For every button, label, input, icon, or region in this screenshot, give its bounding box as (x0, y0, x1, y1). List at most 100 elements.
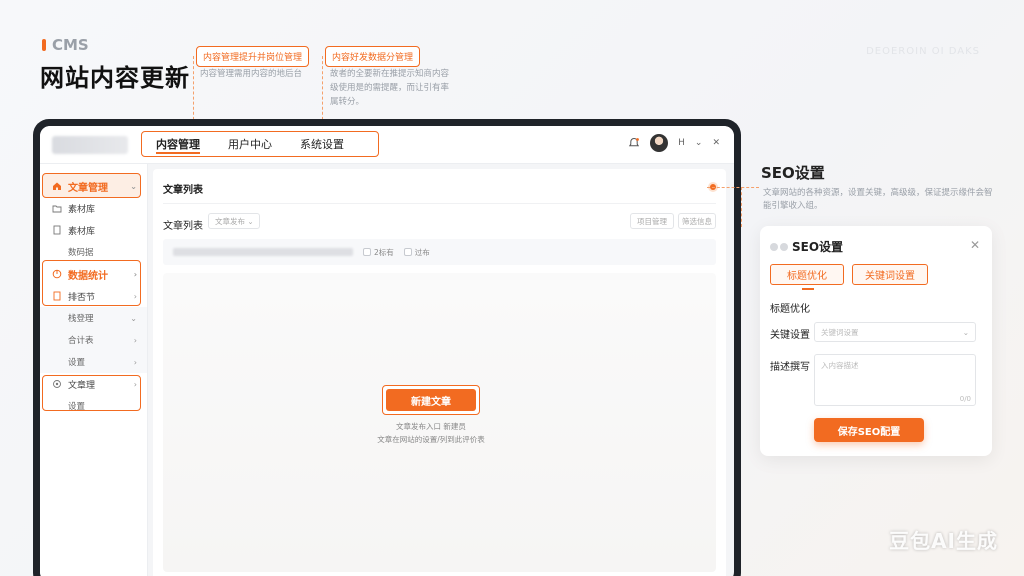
top-bar: 内容管理 用户中心 系统设置 H ⌄ ✕ (40, 126, 734, 164)
char-count: 0/0 (959, 395, 971, 403)
sidebar-subitem[interactable]: 设置 (40, 395, 147, 417)
main-content: 文章列表 文章列表 文章发布 ⌄ 项目管理 筛选信息 2标有 过布 新建文章 文… (153, 169, 726, 576)
sidebar-item-label: 数据统计 (68, 270, 108, 282)
sidebar-item-articles[interactable]: 文章管理 ⌄ (40, 175, 147, 197)
description-label: 描述撰写 (770, 362, 810, 373)
empty-hint: 文章在网站的设置/列到此评价表 (377, 435, 485, 444)
close-icon[interactable]: ✕ (970, 238, 980, 252)
new-article-highlight: 新建文章 (382, 385, 480, 415)
chevron-right-icon: › (133, 357, 137, 367)
filter-select[interactable]: 文章发布 ⌄ (208, 213, 260, 229)
sidebar-subitem[interactable]: 栈登理 ⌄ (40, 307, 147, 329)
chart-icon (52, 269, 62, 279)
tab-user-center[interactable]: 用户中心 (214, 132, 286, 156)
bell-icon[interactable] (628, 137, 640, 149)
document-icon (52, 225, 62, 235)
sidebar-item-label: 文章理 (68, 380, 96, 391)
new-article-button[interactable]: 新建文章 (386, 389, 476, 411)
active-tab-indicator (802, 288, 814, 290)
close-icon[interactable]: ✕ (712, 138, 720, 148)
checkbox-label: 过布 (414, 247, 430, 257)
top-right-tools: H ⌄ ✕ (628, 134, 720, 152)
chevron-right-icon: › (133, 269, 137, 279)
dialog-title: SEO设置 (770, 238, 843, 255)
sidebar-item-label: 文章管理 (68, 182, 108, 194)
checkbox-label: 2标有 (374, 247, 394, 257)
dialog-title-text: SEO设置 (792, 240, 844, 254)
app-logo (52, 136, 128, 154)
avatar[interactable] (650, 134, 669, 152)
checkbox-icon (403, 248, 412, 256)
settings-icon (52, 379, 62, 389)
sidebar-item-assets-2[interactable]: 素材库 (40, 219, 147, 241)
seo-heading: SEO设置 (761, 164, 825, 182)
chevron-right-icon: › (133, 335, 137, 345)
sidebar-item-label: 素材库 (68, 204, 96, 215)
keyword-select[interactable]: 关键词设置 ⌄ (814, 322, 976, 342)
sidebar-item-label: 素材库 (68, 226, 96, 237)
seo-connector (707, 187, 759, 188)
divider (163, 203, 716, 204)
user-label[interactable]: H (678, 138, 685, 148)
chevron-right-icon: › (133, 291, 137, 301)
sidebar: 文章管理 ⌄ 素材库 素材库 数码据 数据统计 › 排否节 › 栈登理 ⌄ 合计… (40, 164, 148, 576)
sidebar-item-label: 排否节 (68, 292, 96, 303)
sidebar-item-assets[interactable]: 素材库 (40, 197, 147, 219)
home-icon (52, 181, 62, 191)
tab-content-management[interactable]: 内容管理 (142, 132, 214, 156)
chevron-down-icon: ⌄ (962, 327, 969, 337)
chevron-right-icon: › (133, 379, 137, 389)
sidebar-subitem[interactable]: 设置 › (40, 351, 147, 373)
project-manage-button[interactable]: 项目管理 (630, 213, 674, 229)
filter-info-button[interactable]: 筛选信息 (678, 213, 716, 229)
tab-system-settings[interactable]: 系统设置 (286, 132, 358, 156)
chevron-down-icon: ⌄ (130, 181, 137, 191)
sidebar-item-article-settings[interactable]: 文章理 › (40, 373, 147, 395)
sidebar-item-ranking[interactable]: 排否节 › (40, 285, 147, 307)
tab-title-optimize[interactable]: 标题优化 (770, 264, 844, 285)
list-label: 文章列表 (163, 221, 203, 232)
checkbox-published[interactable]: 过布 (403, 247, 430, 258)
chevron-down-icon: ⌄ (130, 313, 137, 323)
top-watermark: DEOEROIN OI DAKS (866, 46, 980, 57)
seo-settings-dialog: SEO设置 ✕ 标题优化 关键词设置 标题优化 关键设置 关键词设置 ⌄ 描述撰… (760, 226, 992, 456)
brand-accent-bar (42, 39, 46, 51)
callout-desc-content: 内容管理需用内容的地后台 (200, 69, 303, 79)
seo-connector-vertical (741, 187, 742, 227)
brand-label: CMS (42, 36, 89, 54)
sidebar-item-stats[interactable]: 数据统计 › (40, 263, 147, 285)
sidebar-subitem[interactable]: 数码据 (40, 241, 147, 263)
sidebar-item-label: 合计表 (68, 336, 94, 346)
callout-tag-content: 内容管理提升并岗位管理 (196, 46, 310, 67)
callout-desc-data: 故者的全要新在推提示知商内容级使用是的需提醒，而让引有率属转分。 (330, 69, 450, 107)
chevron-down-icon[interactable]: ⌄ (695, 138, 703, 148)
generated-watermark: 豆包AI生成 (889, 529, 998, 553)
callout-tag-data: 内容好发数据分管理 (325, 46, 421, 67)
sidebar-item-label: 设置 (68, 358, 86, 368)
description-textarea[interactable]: 入内容描述 0/0 (814, 354, 976, 406)
top-nav: 内容管理 用户中心 系统设置 (141, 131, 379, 157)
tab-keyword-settings[interactable]: 关键词设置 (852, 264, 928, 285)
save-seo-button[interactable]: 保存SEO配置 (814, 418, 924, 442)
section-title: 标题优化 (770, 304, 810, 315)
search-row: 2标有 过布 (163, 239, 716, 265)
checkbox-marked[interactable]: 2标有 (363, 247, 394, 258)
checkbox-icon (363, 248, 371, 256)
seo-description: 文章网站的各种资源，设置关键，高级级，保证提示缘件会智能引擎收入组。 (763, 188, 993, 211)
filter-select-value: 文章发布 (215, 216, 245, 226)
toggle-icon (770, 242, 788, 251)
empty-hint: 文章发布入口 新建员 (396, 422, 466, 431)
sidebar-item-label: 栈登理 (68, 314, 94, 324)
sidebar-subitem[interactable]: 合计表 › (40, 329, 147, 351)
description-placeholder: 入内容描述 (821, 361, 859, 370)
page-title: 文章列表 (163, 185, 203, 196)
keyword-placeholder: 关键词设置 (821, 327, 859, 337)
brand-text: CMS (52, 36, 89, 54)
folder-icon (52, 203, 62, 213)
device-frame: 内容管理 用户中心 系统设置 H ⌄ ✕ 文章管理 ⌄ 素材库 素材库 数码据 … (33, 119, 741, 576)
search-input[interactable] (173, 248, 353, 256)
hero-title: 网站内容更新 (40, 64, 190, 92)
keyword-label: 关键设置 (770, 330, 810, 341)
document-icon (52, 291, 62, 301)
app-screen: 内容管理 用户中心 系统设置 H ⌄ ✕ 文章管理 ⌄ 素材库 素材库 数码据 … (40, 126, 734, 576)
